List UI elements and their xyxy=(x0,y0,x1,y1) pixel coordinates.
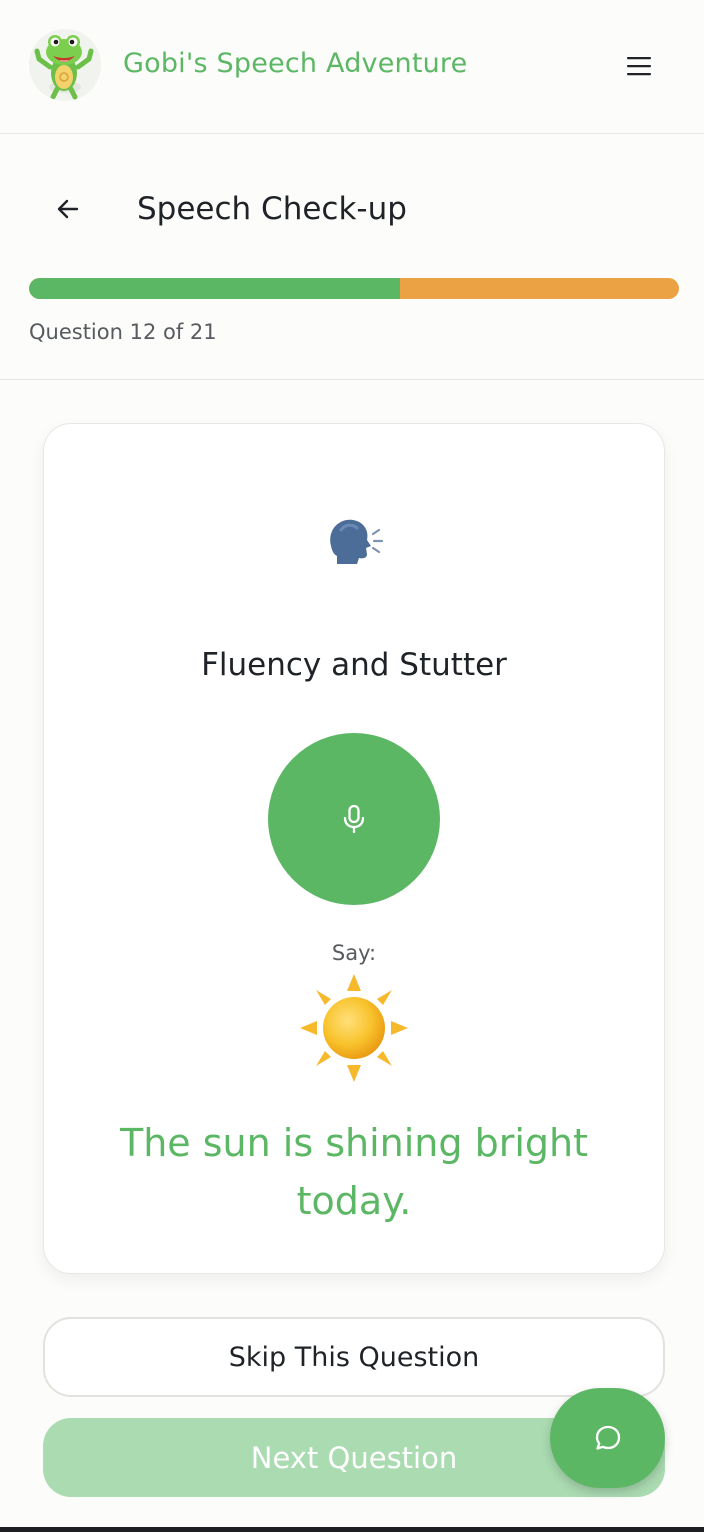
question-card: Fluency and Stutter Say: The sun is shin… xyxy=(43,423,665,1274)
progress-bar-fill xyxy=(29,278,401,299)
say-label: Say: xyxy=(331,941,377,965)
microphone-icon xyxy=(343,804,365,834)
screen-bottom-edge xyxy=(0,1527,704,1532)
sun-icon xyxy=(300,974,408,1082)
chat-button[interactable] xyxy=(550,1388,665,1488)
skip-question-button[interactable]: Skip This Question xyxy=(43,1317,665,1397)
chat-bubble-icon xyxy=(595,1425,620,1450)
frog-mascot-icon[interactable] xyxy=(29,29,101,101)
page-title: Speech Check-up xyxy=(137,191,407,227)
app-title: Gobi's Speech Adventure xyxy=(123,48,468,79)
hamburger-menu-icon[interactable] xyxy=(618,47,660,85)
speaking-head-icon xyxy=(323,516,385,568)
checkup-subheader: Speech Check-up Question 12 of 21 xyxy=(0,134,704,380)
app-header: Gobi's Speech Adventure xyxy=(0,0,704,134)
question-category: Fluency and Stutter xyxy=(201,647,507,683)
record-button[interactable] xyxy=(268,733,440,905)
progress-bar xyxy=(29,278,679,299)
progress-counter: Question 12 of 21 xyxy=(29,320,217,344)
arrow-left-icon[interactable] xyxy=(48,189,88,229)
prompt-sentence: The sun is shining bright today. xyxy=(119,1121,588,1223)
